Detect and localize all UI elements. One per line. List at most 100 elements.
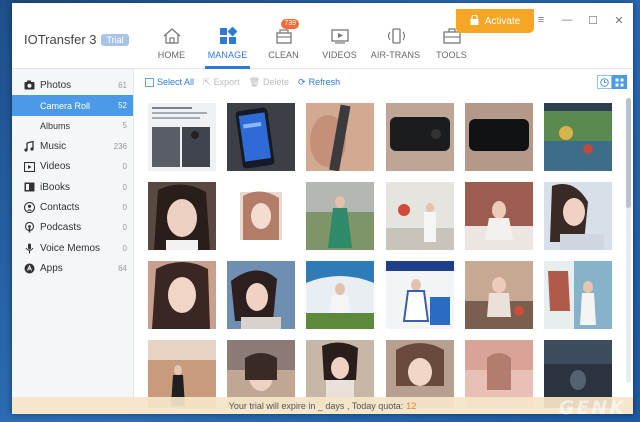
- sidebar-label: Voice Memos: [40, 242, 101, 254]
- minimize-icon[interactable]: —: [561, 14, 573, 27]
- photo-thumbnail[interactable]: [386, 182, 454, 250]
- video-icon: [23, 161, 35, 173]
- export-label: Export: [213, 77, 240, 87]
- app-brand: IOTransfer 3 Trial: [24, 32, 129, 47]
- sidebar-count: 0: [122, 203, 127, 213]
- sidebar-item-ibooks[interactable]: iBooks 0: [12, 177, 133, 197]
- photo-thumbnail[interactable]: [306, 182, 374, 250]
- nav-home[interactable]: HOME: [146, 3, 197, 69]
- sidebar-count: 236: [113, 141, 127, 151]
- trial-notice-bar: Your trial will expire in _ days , Today…: [12, 397, 633, 414]
- contacts-icon: [23, 202, 35, 214]
- app-name: IOTransfer 3: [24, 32, 97, 47]
- sidebar-count: 0: [122, 223, 127, 233]
- refresh-label: Refresh: [308, 77, 341, 87]
- photo-thumbnail[interactable]: [465, 261, 533, 329]
- manage-icon: [216, 25, 240, 47]
- trial-notice-text: Your trial will expire in _ days , Today…: [228, 400, 404, 411]
- maximize-icon[interactable]: ☐: [587, 14, 599, 27]
- sidebar-item-voice-memos[interactable]: Voice Memos 0: [12, 238, 133, 258]
- photo-thumbnail[interactable]: [306, 103, 374, 171]
- close-icon[interactable]: ✕: [613, 14, 625, 27]
- sidebar-item-albums[interactable]: Albums 5: [12, 116, 133, 136]
- refresh-icon: ⟳: [298, 76, 306, 87]
- photo-thumbnail[interactable]: [227, 261, 295, 329]
- sidebar-label: iBooks: [40, 181, 71, 193]
- photo-thumbnail[interactable]: [306, 261, 374, 329]
- app-window: IOTransfer 3 Trial HOME MANAGE 739 CLEAN…: [12, 3, 633, 414]
- clean-badge: 739: [281, 19, 299, 29]
- photo-thumbnail[interactable]: [465, 182, 533, 250]
- sidebar-label: Music: [40, 140, 67, 152]
- sidebar-count: 64: [118, 264, 127, 274]
- sidebar-label: Albums: [40, 120, 71, 131]
- toolbar: Select All ⇱ Export 🗑 Delete ⟳ Refresh: [134, 69, 633, 95]
- sidebar-item-photos[interactable]: Photos 61: [12, 75, 133, 95]
- watermark-logo: GENK: [558, 397, 626, 419]
- apps-icon: [23, 263, 35, 275]
- photo-thumbnail[interactable]: [227, 182, 295, 250]
- videos-icon: [328, 25, 352, 47]
- sidebar-label: Apps: [40, 263, 63, 275]
- photo-thumbnail[interactable]: [544, 182, 612, 250]
- nav-clean[interactable]: 739 CLEAN: [258, 3, 309, 69]
- photo-thumbnail[interactable]: [148, 103, 216, 171]
- select-all-label: Select All: [157, 77, 195, 87]
- sidebar-count: 5: [122, 121, 127, 131]
- sidebar-count: 0: [122, 243, 127, 253]
- photo-thumbnail[interactable]: [386, 103, 454, 171]
- sidebar-item-apps[interactable]: Apps 64: [12, 259, 133, 279]
- photo-grid-scrollbar[interactable]: [626, 98, 631, 383]
- book-icon: [23, 181, 35, 193]
- nav-tools-label: TOOLS: [436, 50, 467, 60]
- nav-videos-label: VIDEOS: [322, 50, 357, 60]
- app-header: IOTransfer 3 Trial HOME MANAGE 739 CLEAN…: [12, 3, 633, 69]
- sidebar-item-contacts[interactable]: Contacts 0: [12, 197, 133, 217]
- activate-button[interactable]: Activate: [456, 9, 534, 33]
- photo-thumbnail[interactable]: [544, 261, 612, 329]
- photo-thumbnail[interactable]: [544, 103, 612, 171]
- camera-icon: [23, 79, 35, 91]
- sidebar-label: Videos: [40, 161, 71, 173]
- sidebar: Photos 61 Camera Roll 52 Albums 5 Music …: [12, 69, 134, 414]
- photo-thumbnail[interactable]: [386, 261, 454, 329]
- sidebar-label: Podcasts: [40, 222, 82, 234]
- sidebar-label: Camera Roll: [40, 100, 91, 111]
- menu-icon[interactable]: ≡: [535, 14, 547, 27]
- home-icon: [160, 25, 184, 47]
- air-trans-icon: [384, 25, 408, 47]
- sidebar-item-podcasts[interactable]: Podcasts 0: [12, 218, 133, 238]
- export-button[interactable]: ⇱ Export: [203, 77, 240, 88]
- sidebar-label: Photos: [40, 79, 72, 91]
- photo-thumbnail[interactable]: [148, 182, 216, 250]
- sidebar-count: 61: [118, 80, 127, 90]
- nav-manage[interactable]: MANAGE: [202, 3, 253, 69]
- clock-view-icon[interactable]: [597, 75, 612, 89]
- delete-label: Delete: [263, 77, 290, 87]
- select-all-button[interactable]: Select All: [145, 77, 194, 87]
- sidebar-item-camera-roll[interactable]: Camera Roll 52: [12, 95, 133, 116]
- lock-icon: [470, 13, 479, 28]
- nav-videos[interactable]: VIDEOS: [314, 3, 365, 69]
- delete-button[interactable]: 🗑 Delete: [249, 77, 289, 88]
- sidebar-item-music[interactable]: Music 236: [12, 136, 133, 156]
- nav-air-trans-label: AIR-TRANS: [370, 50, 421, 60]
- grid-view-icon[interactable]: [612, 75, 627, 89]
- microphone-icon: [23, 242, 35, 254]
- photo-thumbnail[interactable]: [148, 261, 216, 329]
- photo-thumbnail[interactable]: [465, 103, 533, 171]
- sidebar-count: 0: [122, 162, 127, 172]
- podcast-icon: [23, 222, 35, 234]
- export-icon: ⇱: [203, 76, 211, 87]
- scrollbar-thumb[interactable]: [626, 98, 631, 208]
- trial-badge: Trial: [101, 33, 129, 46]
- photo-thumbnail[interactable]: [227, 103, 295, 171]
- sidebar-label: Contacts: [40, 202, 80, 214]
- select-all-checkbox[interactable]: [145, 77, 154, 87]
- nav-air-trans[interactable]: AIR-TRANS: [370, 3, 421, 69]
- refresh-button[interactable]: ⟳ Refresh: [298, 77, 340, 88]
- nav-clean-label: CLEAN: [268, 50, 299, 60]
- sidebar-item-videos[interactable]: Videos 0: [12, 157, 133, 177]
- music-note-icon: [23, 140, 35, 152]
- main-nav: HOME MANAGE 739 CLEAN VIDEOS AIR-TRANS T…: [146, 3, 482, 69]
